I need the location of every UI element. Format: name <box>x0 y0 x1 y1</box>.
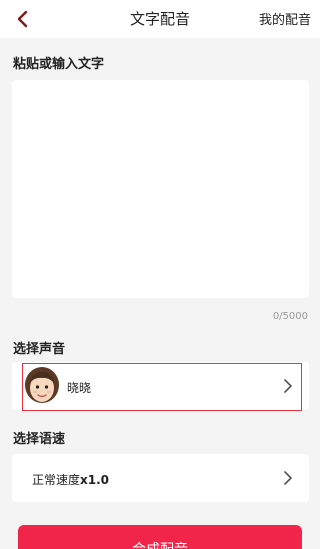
top-bar: 文字配音 我的配音 <box>0 0 320 38</box>
selected-voice-name: 晓晓 <box>67 381 92 395</box>
chevron-right-icon <box>284 471 292 485</box>
avatar <box>25 367 59 403</box>
speed-section-label: 选择语速 <box>13 432 66 447</box>
speed-value-prefix: 正常速度 <box>32 473 81 487</box>
voice-section-label: 选择声音 <box>13 342 66 357</box>
my-dubbing-link[interactable]: 我的配音 <box>259 9 311 28</box>
chevron-right-icon <box>284 379 292 393</box>
voice-selector[interactable]: 晓晓 <box>12 362 309 410</box>
speed-multiplier: x1.0 <box>80 473 110 487</box>
speed-selector[interactable]: 正常速度x1.0 <box>12 454 309 502</box>
text-input[interactable] <box>12 80 309 298</box>
synthesize-button[interactable]: 合成配音 <box>18 525 302 549</box>
speed-value: 正常速度x1.0 <box>32 471 109 488</box>
character-counter: 0/5000 <box>272 311 308 322</box>
text-input-label: 粘贴或输入文字 <box>13 57 105 72</box>
